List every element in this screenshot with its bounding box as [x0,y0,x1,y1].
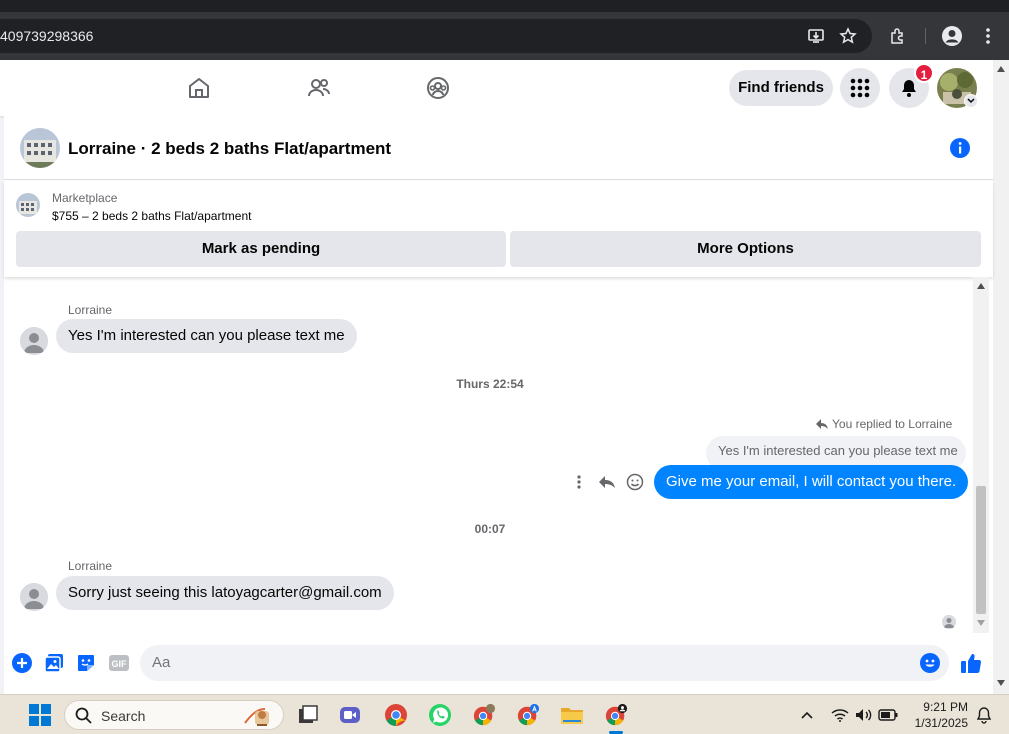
thumbs-up-icon[interactable] [959,651,983,675]
chevron-down-icon[interactable] [964,94,978,108]
incoming-message-bubble[interactable]: Sorry just seeing this latoyagcarter@gma… [56,576,394,610]
scrollbar-thumb[interactable] [976,486,986,614]
chrome-active-icon[interactable] [604,703,628,727]
message-sender-name: Lorraine [68,303,113,317]
taskbar-search-label: Search [101,708,146,724]
taskbar-clock[interactable]: 9:21 PM 1/31/2025 [900,699,968,731]
windows-taskbar: Search 9:21 PM 1/31/2025 [0,694,1009,734]
menu-grid-icon[interactable] [840,68,880,108]
address-bar[interactable]: 409739298366 [0,19,872,53]
notification-bell-icon[interactable] [972,703,996,727]
address-bar-url[interactable]: 409739298366 [0,19,93,53]
sender-avatar[interactable] [20,327,48,355]
outgoing-message-bubble[interactable]: Give me your email, I will contact you t… [654,465,969,499]
task-view-icon[interactable] [296,703,320,727]
chat-header: Lorraine · 2 beds 2 baths Flat/apartment [4,116,993,180]
emoji-icon[interactable] [920,653,940,673]
battery-icon[interactable] [876,703,900,727]
kebab-menu-icon[interactable] [976,24,1000,48]
mark-as-pending-button[interactable]: Mark as pending [16,231,506,267]
scroll-down-arrow-icon[interactable] [997,680,1005,686]
seen-receipt-avatar [942,615,956,629]
incoming-message-bubble[interactable]: Yes I'm interested can you please text m… [56,319,357,353]
chat-title[interactable]: Lorraine · 2 beds 2 baths Flat/apartment [68,139,391,159]
listing-thumbnail[interactable] [16,193,40,217]
reply-icon[interactable] [597,472,617,492]
listing-avatar[interactable] [20,128,60,168]
react-emoji-icon[interactable] [625,472,645,492]
friends-icon[interactable] [303,72,335,104]
meet-video-icon[interactable] [338,703,362,727]
svg-text:GIF: GIF [112,659,128,669]
file-explorer-icon[interactable] [560,703,584,727]
scroll-down-arrow-icon[interactable] [977,620,985,626]
message-timestamp: Thurs 22:54 [456,377,524,391]
browser-tabstrip [0,0,1009,12]
profile-icon[interactable] [940,24,964,48]
message-composer: GIF [4,641,993,685]
thread-scrollbar[interactable] [973,277,989,633]
whatsapp-icon[interactable] [428,703,452,727]
message-timestamp: 00:07 [474,522,506,536]
marketplace-listing-card: Marketplace $755 – 2 beds 2 baths Flat/a… [4,181,993,277]
taskbar-search-box[interactable]: Search [64,700,284,730]
search-highlight-icon [239,703,279,732]
plus-icon[interactable] [12,653,32,673]
photo-icon[interactable] [44,653,64,673]
wifi-icon[interactable] [828,703,852,727]
scroll-up-arrow-icon[interactable] [997,66,1005,72]
browser-toolbar: 409739298366 [0,12,1009,60]
more-actions-icon[interactable] [569,472,589,492]
listing-description[interactable]: $755 – 2 beds 2 baths Flat/apartment [52,209,251,223]
message-sender-name: Lorraine [68,559,113,573]
clock-time: 9:21 PM [923,700,968,714]
extensions-icon[interactable] [886,24,910,48]
bookmark-star-icon[interactable] [838,26,858,46]
sticker-icon[interactable] [76,653,96,673]
chat-panel: Lorraine · 2 beds 2 baths Flat/apartment… [4,116,993,694]
info-icon[interactable] [949,137,971,159]
page-scrollbar[interactable] [993,60,1009,694]
volume-icon[interactable] [852,703,876,727]
marketplace-label: Marketplace [52,191,118,205]
replied-to-note: You replied to Lorraine [832,417,953,431]
home-icon[interactable] [183,72,215,104]
clock-date: 1/31/2025 [914,716,968,730]
chevron-up-icon[interactable] [795,703,819,727]
scroll-up-arrow-icon[interactable] [977,283,985,289]
find-friends-button[interactable]: Find friends [729,70,833,106]
more-options-button[interactable]: More Options [510,231,981,267]
sender-avatar[interactable] [20,583,48,611]
toolbar-separator [925,28,926,44]
install-app-icon[interactable] [806,26,826,46]
gif-icon[interactable]: GIF [108,653,130,673]
chrome-profile-a-icon[interactable] [516,703,540,727]
chrome-icon[interactable] [384,703,408,727]
message-input[interactable] [140,645,949,681]
notification-count-badge: 1 [914,63,934,83]
facebook-top-nav: Find friends 1 [0,60,993,116]
groups-icon[interactable] [422,72,454,104]
windows-start-icon[interactable] [28,703,52,727]
message-thread: Lorraine Yes I'm interested can you plea… [4,277,973,633]
reply-arrow-icon [815,417,829,431]
chrome-profile-icon[interactable] [472,703,496,727]
search-icon [75,707,92,729]
